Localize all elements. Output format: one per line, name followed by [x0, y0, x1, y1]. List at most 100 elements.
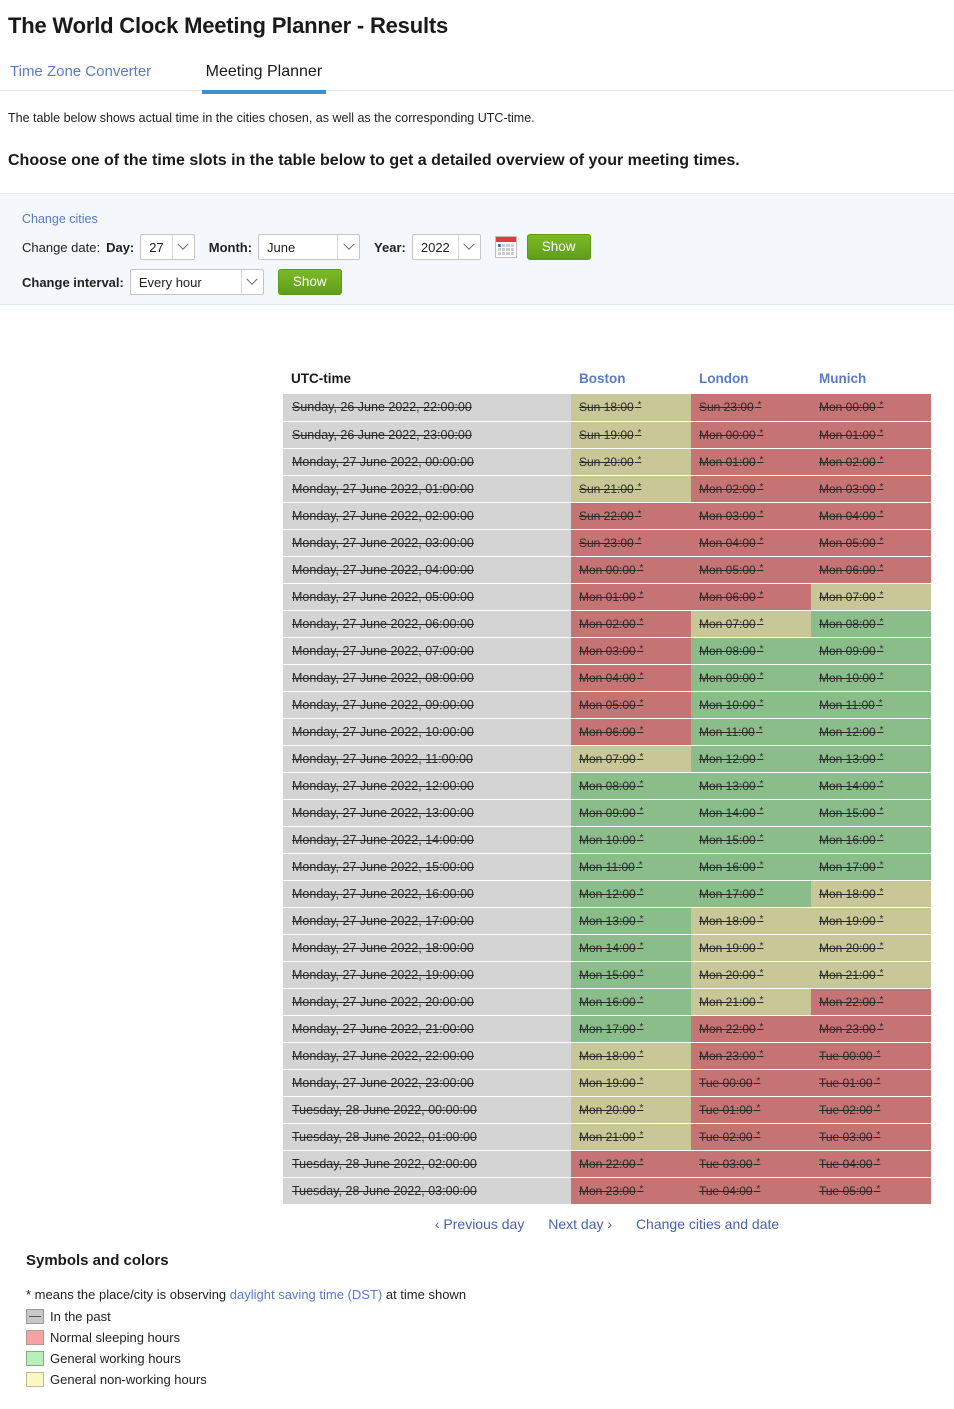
cell-utc-time[interactable]: Monday, 27 June 2022, 07:00:00	[283, 637, 571, 665]
cell-city-time[interactable]: Mon 03:00 *	[811, 475, 931, 503]
cell-utc-time[interactable]: Monday, 27 June 2022, 17:00:00	[283, 907, 571, 935]
cell-city-time[interactable]: Mon 19:00 *	[691, 934, 811, 962]
cell-city-time[interactable]: Mon 15:00 *	[571, 961, 691, 989]
cell-city-time[interactable]: Mon 22:00 *	[691, 1015, 811, 1043]
column-header-london[interactable]: London	[691, 368, 811, 394]
cell-city-time[interactable]: Mon 20:00 *	[571, 1096, 691, 1124]
cell-city-time[interactable]: Sun 20:00 *	[571, 448, 691, 476]
table-row[interactable]: Monday, 27 June 2022, 10:00:00 Mon 06:00 …	[283, 718, 931, 746]
cell-city-time[interactable]: Tue 04:00 *	[811, 1150, 931, 1178]
cell-city-time[interactable]: Mon 23:00 *	[691, 1042, 811, 1070]
cell-city-time[interactable]: Mon 08:00 *	[811, 610, 931, 638]
cell-city-time[interactable]: Mon 21:00 *	[571, 1123, 691, 1151]
column-header-munich[interactable]: Munich	[811, 368, 931, 394]
cell-city-time[interactable]: Mon 17:00 *	[811, 853, 931, 881]
table-row[interactable]: Monday, 27 June 2022, 00:00:00 Sun 20:00 …	[283, 448, 931, 476]
cell-utc-time[interactable]: Tuesday, 28 June 2022, 02:00:00	[283, 1150, 571, 1178]
cell-utc-time[interactable]: Tuesday, 28 June 2022, 00:00:00	[283, 1096, 571, 1124]
cell-city-time[interactable]: Sun 22:00 *	[571, 502, 691, 530]
cell-city-time[interactable]: Sun 18:00 *	[571, 394, 691, 422]
cell-city-time[interactable]: Tue 04:00 *	[691, 1177, 811, 1205]
cell-city-time[interactable]: Mon 15:00 *	[691, 826, 811, 854]
cell-city-time[interactable]: Mon 12:00 *	[571, 880, 691, 908]
cell-city-time[interactable]: Tue 01:00 *	[811, 1069, 931, 1097]
cell-city-time[interactable]: Mon 20:00 *	[691, 961, 811, 989]
table-row[interactable]: Monday, 27 June 2022, 14:00:00 Mon 10:00 …	[283, 826, 931, 854]
cell-utc-time[interactable]: Monday, 27 June 2022, 06:00:00	[283, 610, 571, 638]
cell-utc-time[interactable]: Sunday, 26 June 2022, 23:00:00	[283, 421, 571, 449]
cell-utc-time[interactable]: Tuesday, 28 June 2022, 01:00:00	[283, 1123, 571, 1151]
cell-city-time[interactable]: Mon 06:00 *	[571, 718, 691, 746]
change-cities-and-date-link[interactable]: Change cities and date	[636, 1216, 779, 1232]
cell-city-time[interactable]: Mon 00:00 *	[571, 556, 691, 584]
cell-city-time[interactable]: Tue 03:00 *	[691, 1150, 811, 1178]
table-row[interactable]: Tuesday, 28 June 2022, 00:00:00 Mon 20:00…	[283, 1096, 931, 1124]
cell-city-time[interactable]: Mon 14:00 *	[691, 799, 811, 827]
cell-city-time[interactable]: Mon 00:00 *	[811, 394, 931, 422]
cell-city-time[interactable]: Mon 14:00 *	[571, 934, 691, 962]
dst-link[interactable]: daylight saving time (DST)	[230, 1287, 382, 1302]
cell-city-time[interactable]: Sun 19:00 *	[571, 421, 691, 449]
cell-utc-time[interactable]: Tuesday, 28 June 2022, 03:00:00	[283, 1177, 571, 1205]
cell-city-time[interactable]: Mon 16:00 *	[811, 826, 931, 854]
cell-city-time[interactable]: Mon 05:00 *	[691, 556, 811, 584]
previous-day-link[interactable]: ‹ Previous day	[435, 1216, 525, 1232]
cell-city-time[interactable]: Mon 19:00 *	[811, 907, 931, 935]
cell-city-time[interactable]: Mon 10:00 *	[691, 691, 811, 719]
cell-utc-time[interactable]: Monday, 27 June 2022, 16:00:00	[283, 880, 571, 908]
cell-city-time[interactable]: Mon 13:00 *	[811, 745, 931, 773]
next-day-link[interactable]: Next day ›	[548, 1216, 612, 1232]
cell-utc-time[interactable]: Sunday, 26 June 2022, 22:00:00	[283, 394, 571, 422]
cell-utc-time[interactable]: Monday, 27 June 2022, 09:00:00	[283, 691, 571, 719]
cell-city-time[interactable]: Mon 22:00 *	[571, 1150, 691, 1178]
cell-utc-time[interactable]: Monday, 27 June 2022, 03:00:00	[283, 529, 571, 557]
cell-city-time[interactable]: Mon 20:00 *	[811, 934, 931, 962]
show-date-button[interactable]: Show	[526, 233, 591, 261]
column-header-boston[interactable]: Boston	[571, 368, 691, 394]
year-select[interactable]: 2022	[411, 234, 481, 260]
cell-city-time[interactable]: Mon 08:00 *	[571, 772, 691, 800]
cell-city-time[interactable]: Mon 04:00 *	[811, 502, 931, 530]
cell-city-time[interactable]: Mon 13:00 *	[691, 772, 811, 800]
cell-city-time[interactable]: Sun 21:00 *	[571, 475, 691, 503]
cell-utc-time[interactable]: Monday, 27 June 2022, 22:00:00	[283, 1042, 571, 1070]
cell-utc-time[interactable]: Monday, 27 June 2022, 04:00:00	[283, 556, 571, 584]
table-row[interactable]: Monday, 27 June 2022, 22:00:00 Mon 18:00 …	[283, 1042, 931, 1070]
cell-city-time[interactable]: Mon 05:00 *	[811, 529, 931, 557]
cell-city-time[interactable]: Mon 18:00 *	[691, 907, 811, 935]
cell-city-time[interactable]: Mon 19:00 *	[571, 1069, 691, 1097]
cell-city-time[interactable]: Mon 13:00 *	[571, 907, 691, 935]
cell-city-time[interactable]: Mon 05:00 *	[571, 691, 691, 719]
cell-city-time[interactable]: Mon 04:00 *	[571, 664, 691, 692]
cell-utc-time[interactable]: Monday, 27 June 2022, 05:00:00	[283, 583, 571, 611]
change-cities-link[interactable]: Change cities	[22, 212, 98, 226]
table-row[interactable]: Monday, 27 June 2022, 20:00:00 Mon 16:00 …	[283, 988, 931, 1016]
month-select[interactable]: June	[258, 234, 361, 260]
cell-city-time[interactable]: Tue 02:00 *	[691, 1123, 811, 1151]
cell-utc-time[interactable]: Monday, 27 June 2022, 14:00:00	[283, 826, 571, 854]
table-row[interactable]: Sunday, 26 June 2022, 22:00:00 Sun 18:00 …	[283, 394, 931, 422]
table-row[interactable]: Monday, 27 June 2022, 04:00:00 Mon 00:00 …	[283, 556, 931, 584]
cell-utc-time[interactable]: Monday, 27 June 2022, 02:00:00	[283, 502, 571, 530]
table-row[interactable]: Monday, 27 June 2022, 16:00:00 Mon 12:00 …	[283, 880, 931, 908]
cell-city-time[interactable]: Mon 09:00 *	[571, 799, 691, 827]
cell-city-time[interactable]: Mon 11:00 *	[691, 718, 811, 746]
cell-city-time[interactable]: Mon 14:00 *	[811, 772, 931, 800]
cell-city-time[interactable]: Mon 12:00 *	[691, 745, 811, 773]
cell-city-time[interactable]: Mon 21:00 *	[691, 988, 811, 1016]
cell-city-time[interactable]: Mon 02:00 *	[571, 610, 691, 638]
cell-city-time[interactable]: Mon 02:00 *	[811, 448, 931, 476]
cell-utc-time[interactable]: Monday, 27 June 2022, 12:00:00	[283, 772, 571, 800]
table-row[interactable]: Tuesday, 28 June 2022, 02:00:00 Mon 22:00…	[283, 1150, 931, 1178]
table-row[interactable]: Monday, 27 June 2022, 11:00:00 Mon 07:00 …	[283, 745, 931, 773]
cell-city-time[interactable]: Mon 23:00 *	[811, 1015, 931, 1043]
cell-utc-time[interactable]: Monday, 27 June 2022, 18:00:00	[283, 934, 571, 962]
cell-city-time[interactable]: Mon 07:00 *	[571, 745, 691, 773]
cell-city-time[interactable]: Mon 17:00 *	[571, 1015, 691, 1043]
tab-time-zone-converter[interactable]: Time Zone Converter	[8, 57, 161, 94]
table-row[interactable]: Monday, 27 June 2022, 05:00:00 Mon 01:00 …	[283, 583, 931, 611]
table-row[interactable]: Monday, 27 June 2022, 07:00:00 Mon 03:00 …	[283, 637, 931, 665]
cell-city-time[interactable]: Tue 00:00 *	[691, 1069, 811, 1097]
table-row[interactable]: Monday, 27 June 2022, 15:00:00 Mon 11:00 …	[283, 853, 931, 881]
cell-city-time[interactable]: Mon 09:00 *	[691, 664, 811, 692]
